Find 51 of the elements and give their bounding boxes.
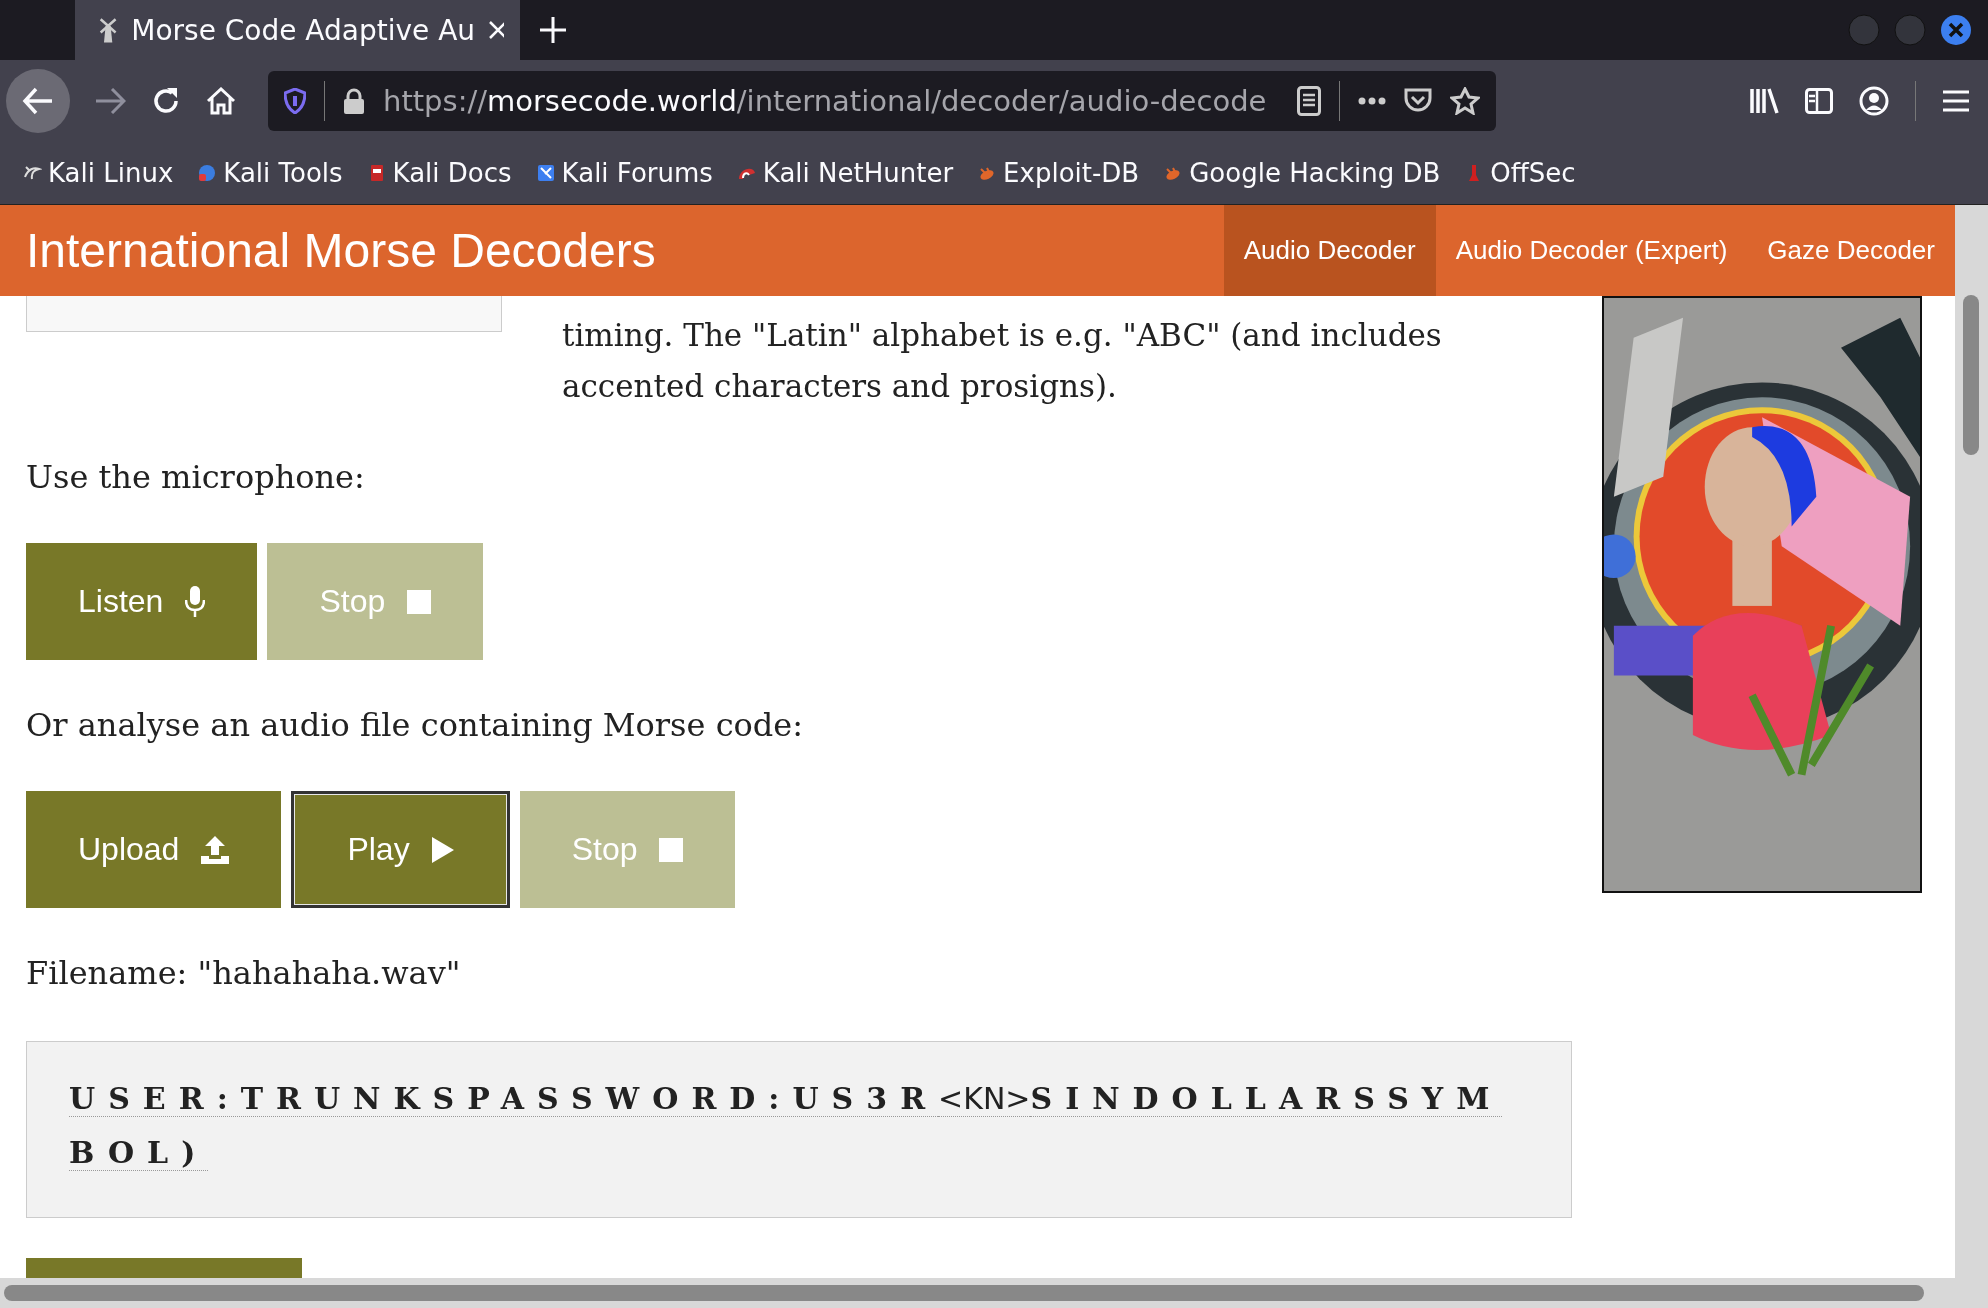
- microphone-label: Use the microphone:: [26, 457, 366, 498]
- bookmark[interactable]: Kali NetHunter: [736, 158, 954, 188]
- listen-button[interactable]: Listen: [26, 543, 258, 660]
- tile-icon: [535, 163, 556, 183]
- close-icon[interactable]: [1940, 14, 1972, 46]
- globe-icon: [197, 163, 218, 183]
- forward-icon[interactable]: [96, 88, 126, 114]
- file-label: Or analyse an audio file containing Morse code:: [26, 705, 805, 746]
- vertical-scrollbar[interactable]: [1955, 205, 1988, 1278]
- tab-title: Morse Code Adaptive Au: [131, 13, 476, 47]
- nav-link[interactable]: Audio Decoder: [1223, 205, 1436, 296]
- play-icon: [431, 836, 454, 863]
- menu-icon[interactable]: [1942, 89, 1970, 113]
- url-text: https://morsecode.world/international/decoder/audio-decode: [383, 84, 1268, 118]
- filename-text: Filename: "hahahaha.wav": [26, 953, 462, 994]
- sidebar-icon[interactable]: [1805, 88, 1833, 114]
- star-icon[interactable]: [1450, 87, 1480, 115]
- lock-icon[interactable]: [343, 88, 365, 114]
- bookmark[interactable]: Kali Tools: [197, 158, 343, 188]
- reader-view-icon[interactable]: [1297, 86, 1321, 116]
- decoded-output: USER:TRUNKSPASSWORD:US3R<KN>SINDOLLARSSYMBOL): [26, 1041, 1572, 1218]
- horizontal-scrollbar[interactable]: [0, 1278, 1988, 1308]
- shield-icon[interactable]: [284, 88, 306, 114]
- bookmark[interactable]: Kali Linux: [22, 158, 174, 188]
- bookmark[interactable]: Kali Forums: [535, 158, 713, 188]
- bookmark[interactable]: OffSec: [1464, 158, 1576, 188]
- microphone-icon: [185, 585, 206, 618]
- bookmark[interactable]: Kali Docs: [366, 158, 512, 188]
- home-icon[interactable]: [206, 87, 236, 115]
- nav-link[interactable]: Gaze Decoder: [1747, 205, 1955, 296]
- back-arrow-icon: [22, 87, 54, 115]
- reload-icon[interactable]: [152, 87, 180, 115]
- windmill-icon: [99, 15, 118, 45]
- account-icon[interactable]: [1859, 86, 1889, 116]
- site-title[interactable]: International Morse Decoders: [26, 223, 656, 278]
- library-icon[interactable]: [1749, 87, 1779, 115]
- pocket-icon[interactable]: [1404, 88, 1432, 114]
- stop-icon: [407, 589, 432, 614]
- upload-button[interactable]: Upload: [26, 791, 282, 908]
- close-icon[interactable]: [489, 21, 504, 39]
- upload-icon: [201, 835, 230, 864]
- intro-text: timing. The "Latin" alphabet is e.g. "ABC" (and includes accented characters and prosigns).: [562, 316, 1443, 406]
- nav-link[interactable]: Audio Decoder (Expert): [1435, 205, 1748, 296]
- bookmark[interactable]: Google Hacking DB: [1163, 158, 1441, 188]
- browser-tab[interactable]: Morse Code Adaptive Au: [75, 0, 520, 60]
- play-button[interactable]: Play: [291, 791, 510, 908]
- bookmark[interactable]: Exploit-DB: [977, 158, 1140, 188]
- more-icon[interactable]: [1358, 97, 1386, 105]
- address-bar[interactable]: https://morsecode.world/international/decoder/audio-decode: [268, 71, 1496, 131]
- stop-icon: [659, 837, 684, 862]
- new-tab-icon[interactable]: [540, 17, 566, 43]
